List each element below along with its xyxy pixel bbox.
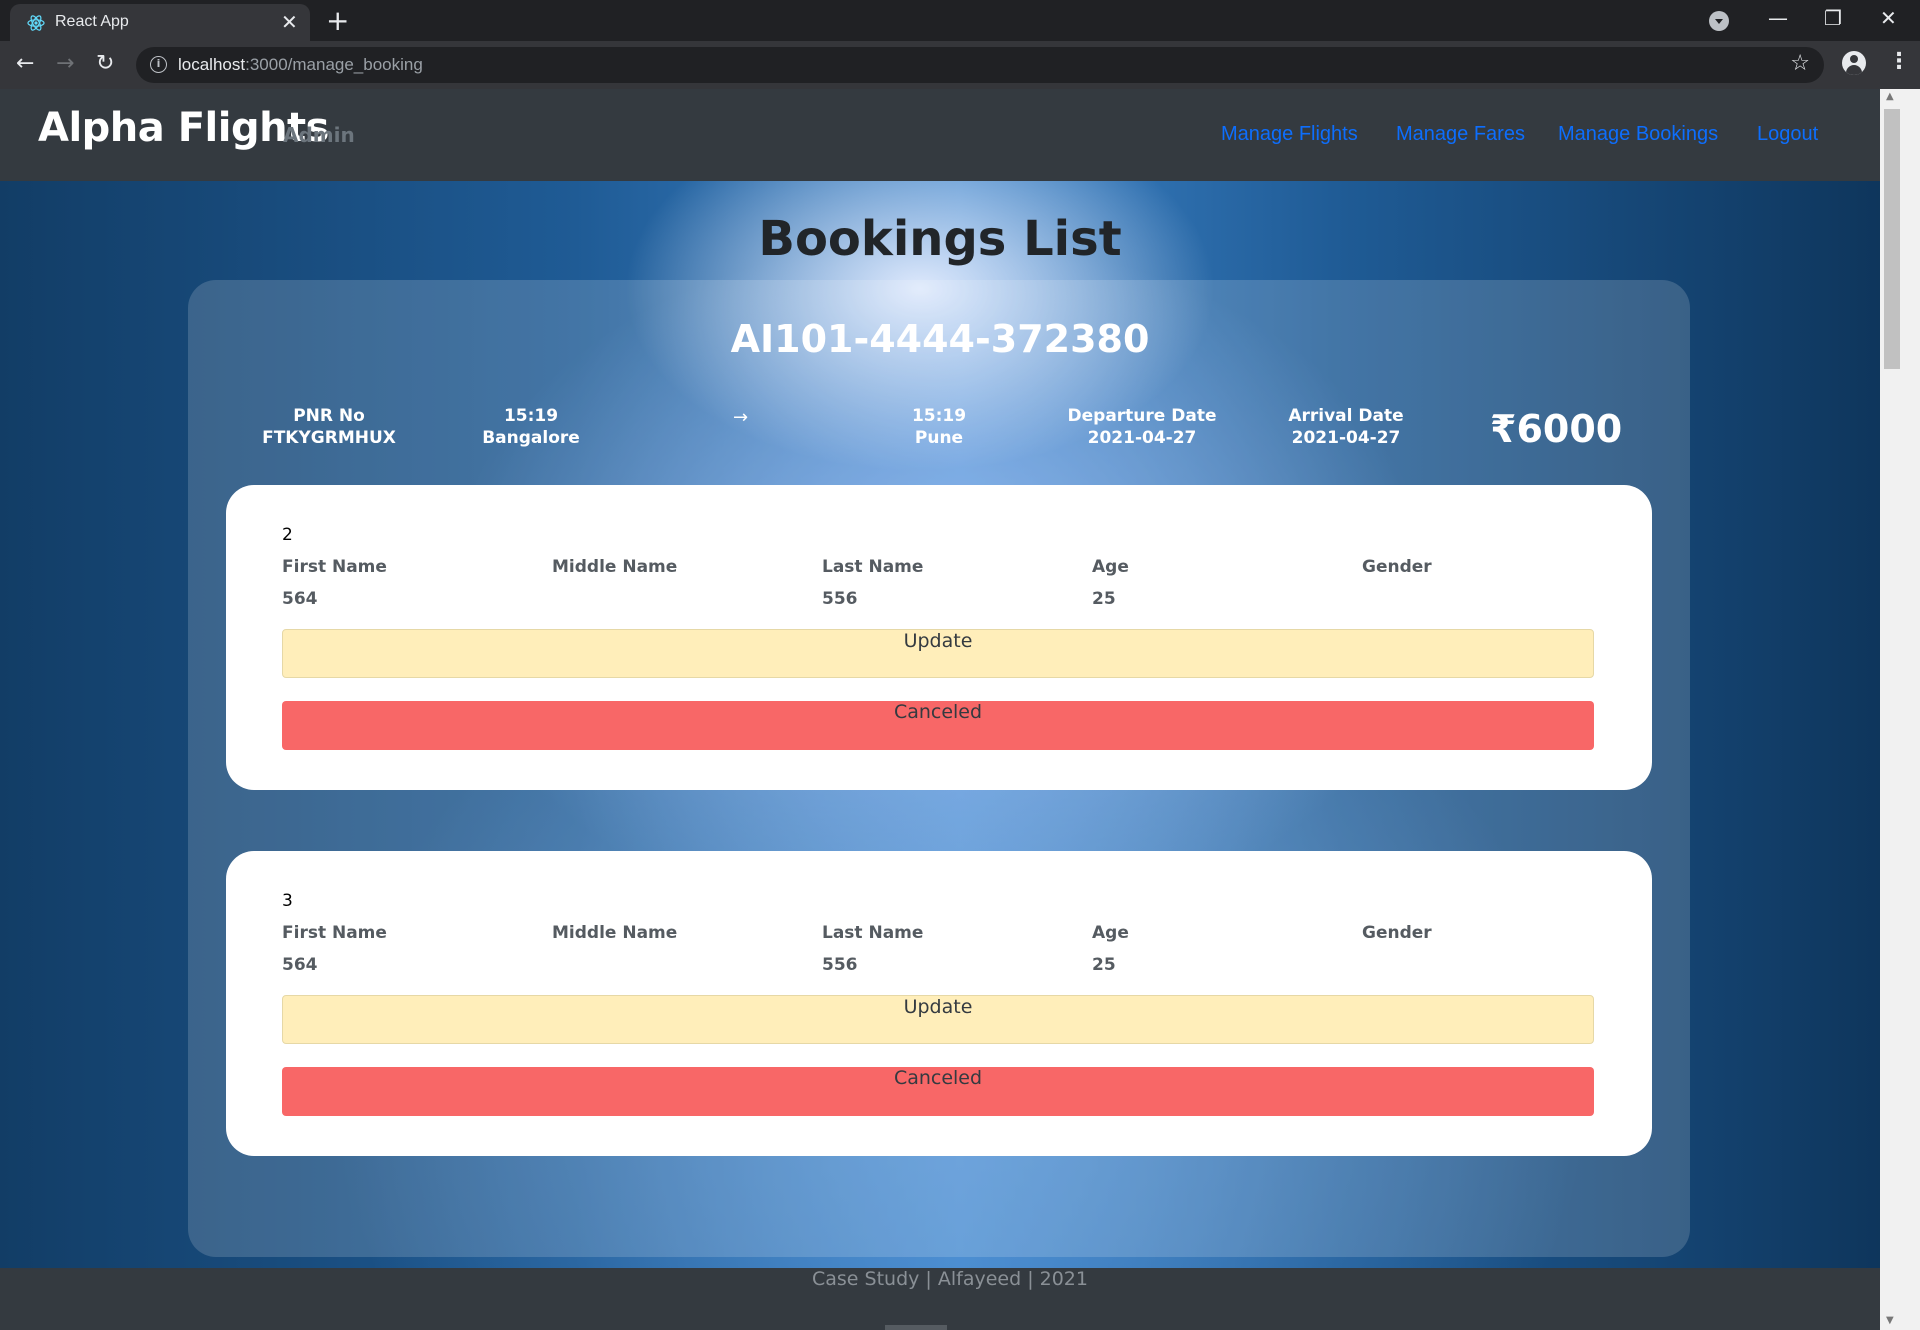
nav-manage-flights[interactable]: Manage Flights	[1221, 123, 1358, 146]
scroll-down-icon[interactable]: ▼	[1886, 1315, 1894, 1326]
first-name-label: First Name	[282, 923, 387, 943]
footer-handle	[885, 1325, 947, 1330]
first-name-value: 564	[282, 955, 318, 975]
profile-avatar-icon[interactable]	[1842, 51, 1866, 75]
last-name-label: Last Name	[822, 923, 924, 943]
arrival-date-info: Arrival Date 2021-04-27	[1246, 405, 1446, 449]
page-viewport: Alpha Flights Admin Manage Flights Manag…	[0, 89, 1920, 1330]
departure-date-value: 2021-04-27	[1087, 428, 1197, 448]
scroll-up-icon[interactable]: ▲	[1886, 91, 1894, 102]
arrival-date-value: 2021-04-27	[1291, 428, 1401, 448]
last-name-value: 556	[822, 955, 858, 975]
first-name-label: First Name	[282, 557, 387, 577]
arrival-city: Pune	[914, 428, 964, 448]
page-footer: Case Study | Alfayeed | 2021	[0, 1268, 1900, 1330]
bookmark-star-icon[interactable]: ☆	[1790, 51, 1810, 76]
reload-icon[interactable]: ↻	[96, 51, 114, 76]
pnr-value: FTKYGRMHUX	[262, 428, 396, 448]
canceled-button[interactable]: Canceled	[282, 1067, 1594, 1116]
canceled-button[interactable]: Canceled	[282, 701, 1594, 750]
arrival-date-label: Arrival Date	[1288, 406, 1404, 426]
age-label: Age	[1092, 557, 1129, 577]
close-tab-icon[interactable]: ✕	[281, 10, 298, 34]
browser-tab-bar: React App ✕ + — ❐ ✕	[0, 0, 1920, 41]
nav-manage-fares[interactable]: Manage Fares	[1396, 123, 1525, 146]
url-text: localhost:3000/manage_booking	[178, 55, 423, 74]
departure-date-label: Departure Date	[1067, 406, 1217, 426]
departure-time: 15:19	[503, 406, 559, 426]
page-scrollbar[interactable]: ▲ ▼	[1880, 89, 1920, 1330]
age-value: 25	[1092, 589, 1116, 609]
pnr-info: PNR No FTKYGRMHUX	[229, 405, 429, 449]
forward-icon[interactable]: →	[56, 51, 74, 76]
react-logo-icon	[27, 15, 45, 31]
tab-search-icon[interactable]	[1709, 11, 1729, 31]
last-name-label: Last Name	[822, 557, 924, 577]
age-value: 25	[1092, 955, 1116, 975]
middle-name-label: Middle Name	[552, 557, 678, 577]
arrival-info: 15:19 Pune	[839, 405, 1039, 449]
departure-date-info: Departure Date 2021-04-27	[1042, 405, 1242, 449]
back-icon[interactable]: ←	[16, 51, 34, 76]
booking-price: ₹6000	[1490, 407, 1623, 451]
passenger-card: 2 First Name Middle Name Last Name Age G…	[226, 485, 1652, 790]
departure-info: 15:19 Bangalore	[431, 405, 631, 449]
close-window-icon[interactable]: ✕	[1880, 6, 1897, 30]
route-arrow-icon: →	[733, 407, 749, 428]
app-navbar: Alpha Flights Admin Manage Flights Manag…	[0, 89, 1880, 181]
arrival-time: 15:19	[911, 406, 967, 426]
last-name-value: 556	[822, 589, 858, 609]
departure-city: Bangalore	[482, 428, 580, 448]
pnr-label: PNR No	[293, 406, 365, 426]
gender-label: Gender	[1362, 557, 1432, 577]
passenger-card: 3 First Name Middle Name Last Name Age G…	[226, 851, 1652, 1156]
restore-icon[interactable]: ❐	[1824, 6, 1842, 30]
gender-label: Gender	[1362, 923, 1432, 943]
age-label: Age	[1092, 923, 1129, 943]
passenger-id: 3	[282, 891, 293, 911]
flight-code: AI101-4444-372380	[730, 317, 1150, 361]
nav-logout[interactable]: Logout	[1757, 123, 1818, 146]
tab-title: React App	[55, 13, 129, 30]
site-info-icon[interactable]: i	[150, 56, 167, 73]
passenger-id: 2	[282, 525, 293, 545]
minimize-icon[interactable]: —	[1768, 6, 1788, 30]
browser-menu-icon[interactable]: ⋮	[1888, 49, 1910, 74]
nav-manage-bookings[interactable]: Manage Bookings	[1558, 123, 1718, 146]
update-button[interactable]: Update	[282, 995, 1594, 1044]
first-name-value: 564	[282, 589, 318, 609]
middle-name-label: Middle Name	[552, 923, 678, 943]
page-title: Bookings List	[758, 211, 1122, 267]
address-bar[interactable]: i localhost:3000/manage_booking ☆	[136, 47, 1824, 83]
browser-toolbar: ← → ↻ i localhost:3000/manage_booking ☆ …	[0, 41, 1920, 89]
update-button[interactable]: Update	[282, 629, 1594, 678]
browser-tab[interactable]: React App ✕	[10, 4, 310, 41]
new-tab-icon[interactable]: +	[326, 4, 349, 37]
scroll-thumb[interactable]	[1884, 109, 1900, 369]
brand-role: Admin	[283, 123, 355, 147]
